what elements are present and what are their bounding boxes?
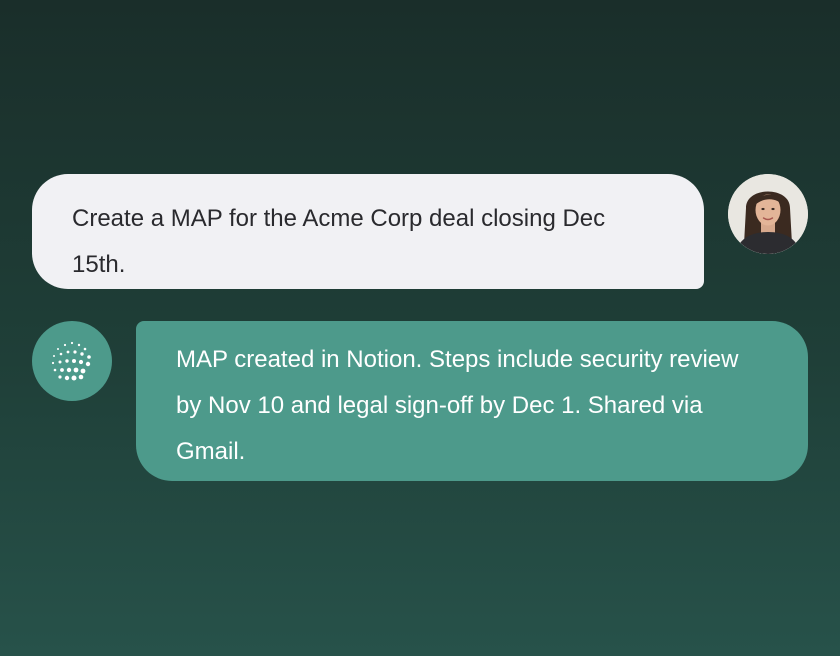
chat-canvas: Create a MAP for the Acme Corp deal clos…	[0, 0, 840, 656]
user-message-text: Create a MAP for the Acme Corp deal clos…	[72, 205, 606, 278]
assistant-avatar	[32, 321, 112, 401]
user-message-bubble: Create a MAP for the Acme Corp deal clos…	[32, 174, 704, 289]
user-avatar-photo	[728, 174, 808, 254]
assistant-message-bubble: MAP created in Notion. Steps include sec…	[136, 321, 808, 481]
dot-sphere-logo-icon	[51, 341, 91, 381]
user-avatar	[728, 174, 808, 254]
assistant-message-text: MAP created in Notion. Steps include sec…	[176, 346, 739, 465]
